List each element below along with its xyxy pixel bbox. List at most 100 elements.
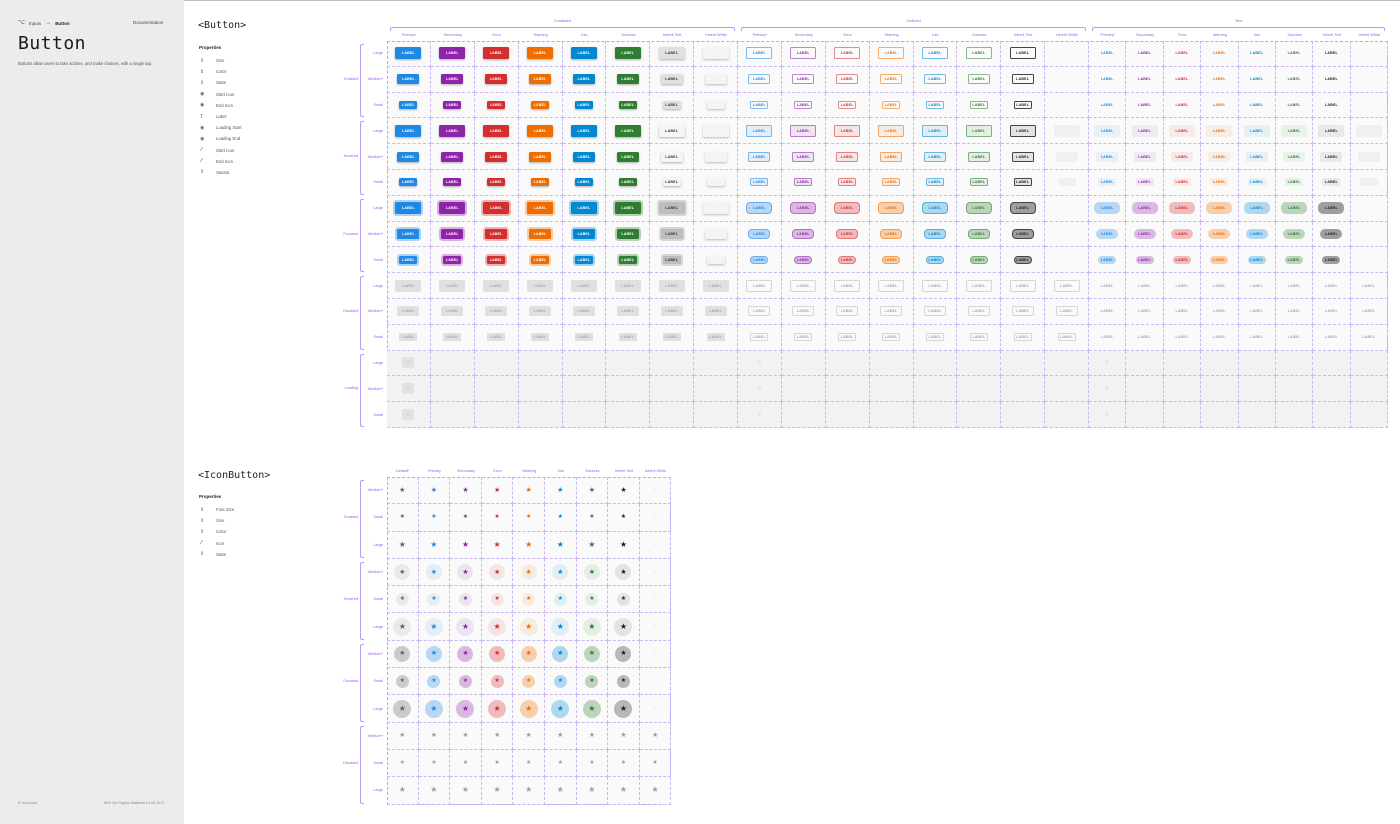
star-icon-button[interactable]: ★ [616,674,630,688]
label-button[interactable]: LABEL [1094,202,1121,215]
label-button[interactable]: LABEL [397,228,420,239]
label-button[interactable]: LABEL [969,100,988,109]
property-row[interactable]: T Label [199,111,279,122]
label-button[interactable]: LABEL [399,178,418,187]
label-button[interactable]: LABEL [882,178,901,187]
star-icon-button[interactable]: ★ [490,592,504,606]
label-button[interactable]: LABEL [658,47,685,60]
label-button[interactable]: LABEL [746,47,773,60]
label-button[interactable]: LABEL [614,124,641,137]
star-icon-button[interactable]: ★ [647,482,663,498]
label-button[interactable]: LABEL [1013,100,1032,109]
star-icon-button[interactable]: ★ [395,592,409,606]
label-button[interactable]: LABEL [923,228,946,239]
label-button[interactable]: LABEL [614,202,641,215]
label-button[interactable]: LABEL [483,202,510,215]
label-button[interactable]: LABEL [1172,255,1191,264]
label-button[interactable]: LABEL [443,178,462,187]
label-button[interactable]: LABEL [1096,151,1119,162]
property-row[interactable]: ◉ Loading Start [199,122,279,133]
label-button[interactable]: LABEL [1206,47,1232,59]
label-button[interactable]: LABEL [529,228,552,239]
property-row[interactable]: ⇕ Size [199,55,279,66]
label-button[interactable]: LABEL [1172,178,1191,187]
label-button[interactable]: LABEL [1168,202,1195,215]
star-icon-button[interactable]: ★ [615,482,631,498]
label-button[interactable]: LABEL [706,100,725,109]
label-button[interactable]: LABEL [485,151,508,162]
label-button[interactable]: LABEL [1009,47,1036,60]
label-button[interactable]: LABEL [1281,47,1307,59]
label-button[interactable]: LABEL [1360,101,1378,109]
label-button[interactable]: LABEL [1056,74,1078,84]
star-icon-button[interactable]: ★ [617,511,630,524]
label-button[interactable]: LABEL [531,255,550,264]
star-icon-button[interactable]: ★ [394,645,411,662]
label-button[interactable]: LABEL [836,74,859,85]
label-button[interactable]: LABEL [1356,47,1382,59]
label-button[interactable]: LABEL [618,255,637,264]
label-button[interactable]: LABEL [706,178,725,187]
star-icon-button[interactable]: ★ [456,699,475,718]
label-button[interactable]: LABEL [702,124,729,137]
label-button[interactable]: LABEL [395,202,422,215]
label-button[interactable]: LABEL [1245,228,1268,239]
star-icon-button[interactable]: ★ [488,617,507,636]
star-icon-button[interactable]: ★ [553,674,567,688]
star-icon-button[interactable]: ★ [585,592,599,606]
label-button[interactable]: LABEL [748,151,771,162]
star-icon-button[interactable]: ★ [585,511,598,524]
label-button[interactable]: LABEL [1245,151,1268,162]
label-button[interactable]: LABEL [967,228,990,239]
label-button[interactable]: LABEL [838,255,857,264]
label-button[interactable]: LABEL [1135,178,1154,187]
label-button[interactable]: LABEL [965,202,992,215]
label-button[interactable]: LABEL [1281,124,1308,137]
label-button[interactable]: LABEL [792,228,815,239]
label-button[interactable]: LABEL [1322,255,1341,264]
label-button[interactable]: LABEL [750,178,769,187]
star-icon-button[interactable]: ★ [491,511,504,524]
label-button[interactable]: LABEL [702,202,729,215]
label-button[interactable]: LABEL [878,124,905,137]
label-button[interactable]: LABEL [967,151,990,162]
label-button[interactable]: LABEL [1013,255,1032,264]
label-button[interactable]: LABEL [1011,151,1034,162]
star-icon-button[interactable]: ★ [585,674,599,688]
label-button[interactable]: LABEL [1056,229,1078,239]
star-icon-button[interactable]: ★ [582,617,601,636]
star-icon-button[interactable]: ★ [551,699,570,718]
label-button[interactable]: LABEL [1011,74,1034,85]
star-icon-button[interactable]: ★ [583,645,600,662]
star-icon-button[interactable]: ★ [553,592,567,606]
label-button[interactable]: LABEL [746,202,773,215]
label-button[interactable]: LABEL [1283,74,1305,84]
label-button[interactable]: LABEL [965,124,992,137]
label-button[interactable]: LABEL [923,74,946,85]
label-button[interactable]: LABEL [1208,151,1231,162]
star-icon-button[interactable]: ★ [424,617,443,636]
label-button[interactable]: LABEL [483,47,510,60]
star-icon-button[interactable]: ★ [551,536,569,554]
property-row[interactable]: ⇕ Color [199,526,279,537]
star-icon-button[interactable]: ★ [488,699,507,718]
label-button[interactable]: LABEL [616,228,639,239]
label-button[interactable]: LABEL [1132,47,1158,59]
label-button[interactable]: LABEL [834,47,861,60]
label-button[interactable]: LABEL [485,228,508,239]
star-icon-button[interactable]: ★ [519,699,538,718]
label-button[interactable]: LABEL [969,255,988,264]
label-button[interactable]: LABEL [1247,255,1266,264]
label-button[interactable]: LABEL [485,74,508,85]
label-button[interactable]: LABEL [1318,47,1344,59]
label-button[interactable]: LABEL [836,151,859,162]
label-button[interactable]: LABEL [1057,178,1076,187]
label-button[interactable]: LABEL [1283,151,1306,162]
star-icon-button[interactable]: ★ [519,617,538,636]
star-icon-button[interactable]: ★ [396,511,409,524]
label-button[interactable]: LABEL [395,124,422,137]
label-button[interactable]: LABEL [531,178,550,187]
label-button[interactable]: LABEL [880,151,903,162]
label-button[interactable]: LABEL [1318,202,1345,215]
star-icon-button[interactable]: ★ [520,536,538,554]
